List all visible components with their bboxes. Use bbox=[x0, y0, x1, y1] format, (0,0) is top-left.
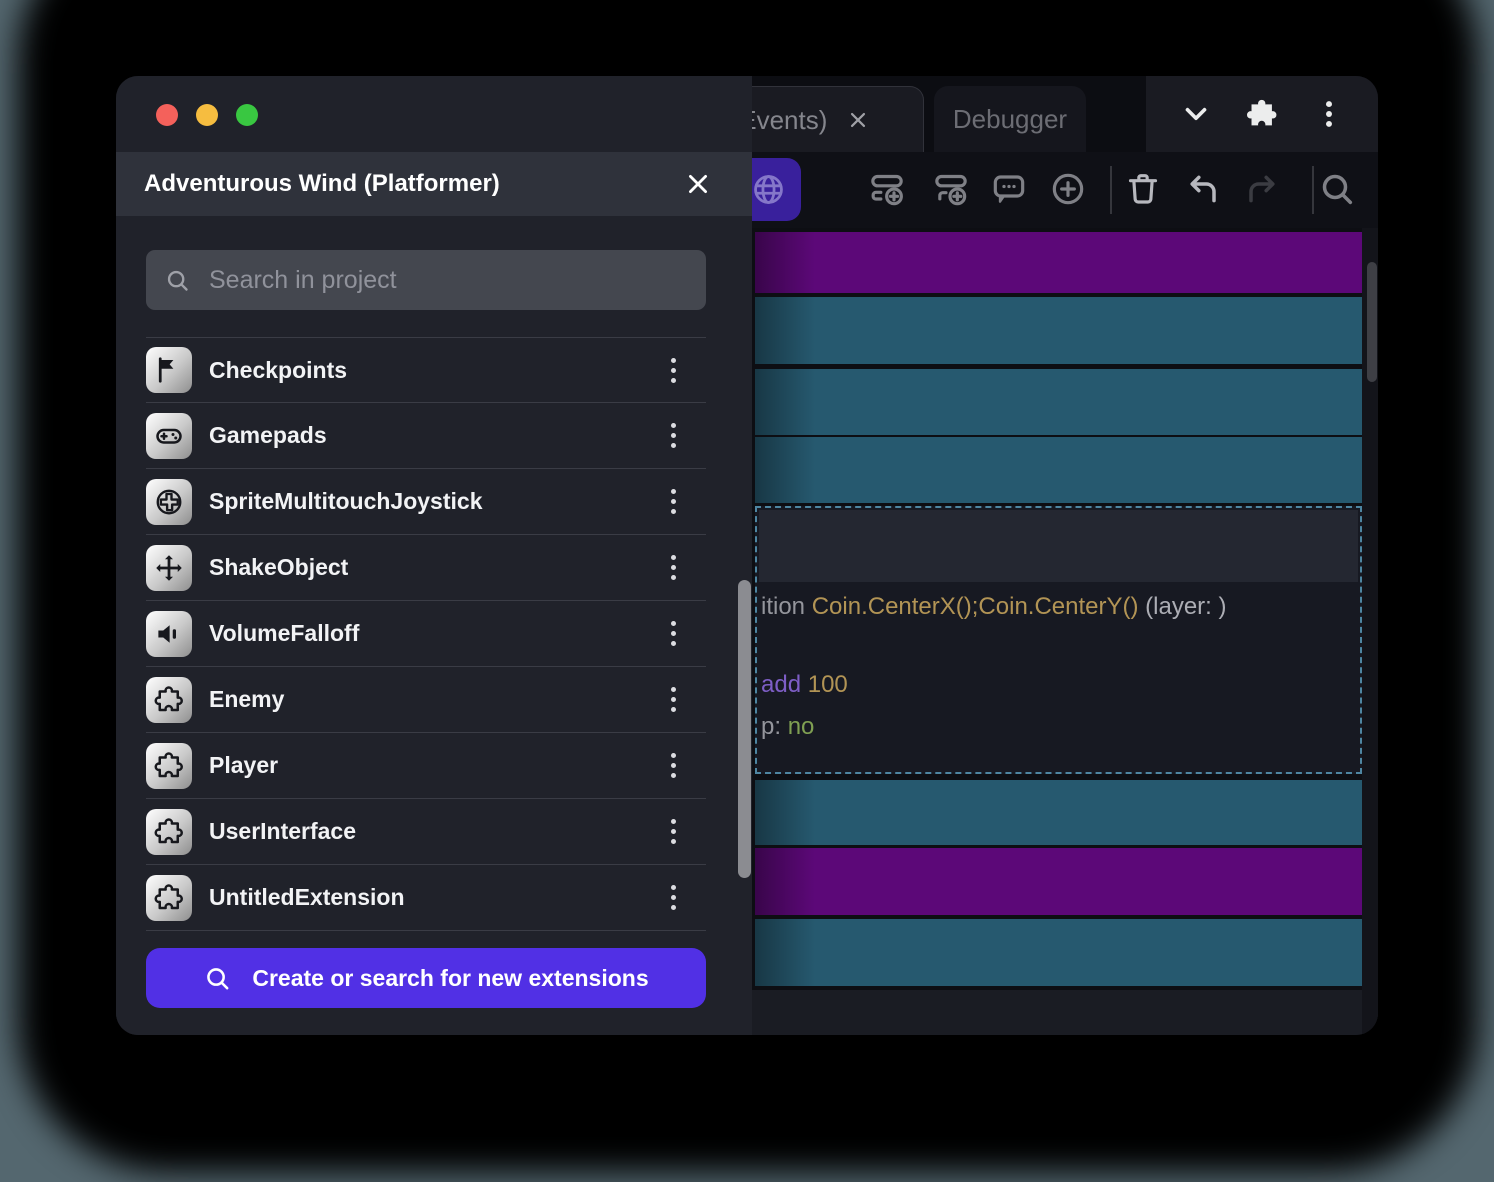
list-item-enemy[interactable]: Enemy bbox=[146, 667, 706, 733]
item-menu-kebab-icon[interactable] bbox=[665, 549, 682, 586]
project-title: Adventurous Wind (Platformer) bbox=[144, 170, 500, 198]
extensions-puzzle-icon[interactable] bbox=[1245, 97, 1279, 131]
list-item-checkpoints[interactable]: Checkpoints bbox=[146, 337, 706, 403]
list-item-label: VolumeFalloff bbox=[209, 620, 359, 647]
list-item-shakeobject[interactable]: ShakeObject bbox=[146, 535, 706, 601]
list-item-label: Enemy bbox=[209, 686, 284, 713]
event-action-text: ition Coin.CenterX();Coin.CenterY() (lay… bbox=[761, 592, 1356, 622]
list-item-userinterface[interactable]: UserInterface bbox=[146, 799, 706, 865]
minimize-button[interactable] bbox=[196, 104, 218, 126]
item-menu-kebab-icon[interactable] bbox=[665, 813, 682, 850]
project-search bbox=[146, 250, 706, 310]
list-item-label: UntitledExtension bbox=[209, 884, 405, 911]
speaker-icon bbox=[146, 611, 192, 657]
extensions-list: Checkpoints Gamepads SpriteMultitouchJoyst… bbox=[146, 337, 706, 931]
create-extension-label: Create or search for new extensions bbox=[252, 965, 648, 992]
search-input[interactable] bbox=[207, 265, 688, 296]
event-action-text: p: no bbox=[761, 712, 1356, 742]
desktop: (Events) Debugger bbox=[0, 0, 1494, 1182]
list-item-label: ShakeObject bbox=[209, 554, 348, 581]
zoom-button[interactable] bbox=[236, 104, 258, 126]
redo-button[interactable] bbox=[1242, 169, 1282, 209]
search-events-button[interactable] bbox=[1317, 169, 1357, 209]
close-button[interactable] bbox=[156, 104, 178, 126]
event-block[interactable] bbox=[755, 919, 1362, 986]
event-block[interactable] bbox=[755, 848, 1362, 915]
item-menu-kebab-icon[interactable] bbox=[665, 879, 682, 916]
add-subevent-button[interactable] bbox=[931, 169, 971, 209]
tab-close-icon[interactable] bbox=[847, 109, 869, 131]
puzzle-icon bbox=[146, 875, 192, 921]
item-menu-kebab-icon[interactable] bbox=[665, 747, 682, 784]
puzzle-icon bbox=[146, 809, 192, 855]
app-window: (Events) Debugger bbox=[116, 76, 1378, 1035]
add-comment-button[interactable] bbox=[989, 169, 1029, 209]
item-menu-kebab-icon[interactable] bbox=[665, 483, 682, 520]
panel-header: Adventurous Wind (Platformer) bbox=[116, 152, 752, 216]
event-action-text: add 100 bbox=[761, 670, 1356, 700]
search-icon bbox=[203, 964, 232, 993]
list-item-volumefalloff[interactable]: VolumeFalloff bbox=[146, 601, 706, 667]
tab-debugger[interactable]: Debugger bbox=[934, 86, 1086, 152]
event-conditions-area[interactable] bbox=[759, 510, 1358, 582]
globe-icon bbox=[750, 171, 787, 208]
search-icon bbox=[164, 267, 191, 294]
puzzle-icon bbox=[146, 677, 192, 723]
list-item-label: UserInterface bbox=[209, 818, 356, 845]
event-block[interactable] bbox=[755, 780, 1362, 845]
panel-scrollbar[interactable] bbox=[738, 580, 751, 878]
add-event-button[interactable] bbox=[867, 169, 907, 209]
item-menu-kebab-icon[interactable] bbox=[665, 615, 682, 652]
event-block[interactable] bbox=[755, 297, 1362, 364]
event-block[interactable] bbox=[755, 369, 1362, 435]
item-menu-kebab-icon[interactable] bbox=[665, 681, 682, 718]
list-item-untitledextension[interactable]: UntitledExtension bbox=[146, 865, 706, 931]
toolbar-divider bbox=[1110, 166, 1112, 214]
list-item-player[interactable]: Player bbox=[146, 733, 706, 799]
list-item-label: Gamepads bbox=[209, 422, 327, 449]
list-item-spritemultitouchjoystick[interactable]: SpriteMultitouchJoystick bbox=[146, 469, 706, 535]
project-manager-panel: Adventurous Wind (Platformer) Checkpoint… bbox=[116, 76, 752, 1035]
item-menu-kebab-icon[interactable] bbox=[665, 417, 682, 454]
joystick-icon bbox=[146, 479, 192, 525]
move-icon bbox=[146, 545, 192, 591]
undo-button[interactable] bbox=[1183, 169, 1223, 209]
panel-close-button[interactable] bbox=[684, 170, 712, 198]
window-actions bbox=[1146, 76, 1378, 152]
create-extension-button[interactable]: Create or search for new extensions bbox=[146, 948, 706, 1008]
events-scrollbar[interactable] bbox=[1367, 262, 1377, 382]
item-menu-kebab-icon[interactable] bbox=[665, 352, 682, 389]
list-item-label: Checkpoints bbox=[209, 357, 347, 384]
delete-button[interactable] bbox=[1123, 169, 1163, 209]
gamepad-icon bbox=[146, 413, 192, 459]
toolbar-divider bbox=[1312, 166, 1314, 214]
flag-icon bbox=[146, 347, 192, 393]
list-item-label: SpriteMultitouchJoystick bbox=[209, 488, 482, 515]
event-block[interactable] bbox=[755, 437, 1362, 503]
collapse-chevron-down-icon[interactable] bbox=[1179, 97, 1213, 131]
puzzle-icon bbox=[146, 743, 192, 789]
event-block-selected[interactable]: ition Coin.CenterX();Coin.CenterY() (lay… bbox=[755, 506, 1362, 774]
event-block[interactable] bbox=[755, 232, 1362, 293]
list-item-label: Player bbox=[209, 752, 278, 779]
list-item-gamepads[interactable]: Gamepads bbox=[146, 403, 706, 469]
tab-debugger-label: Debugger bbox=[953, 104, 1067, 135]
add-other-button[interactable] bbox=[1048, 169, 1088, 209]
more-options-kebab-icon[interactable] bbox=[1312, 97, 1346, 131]
